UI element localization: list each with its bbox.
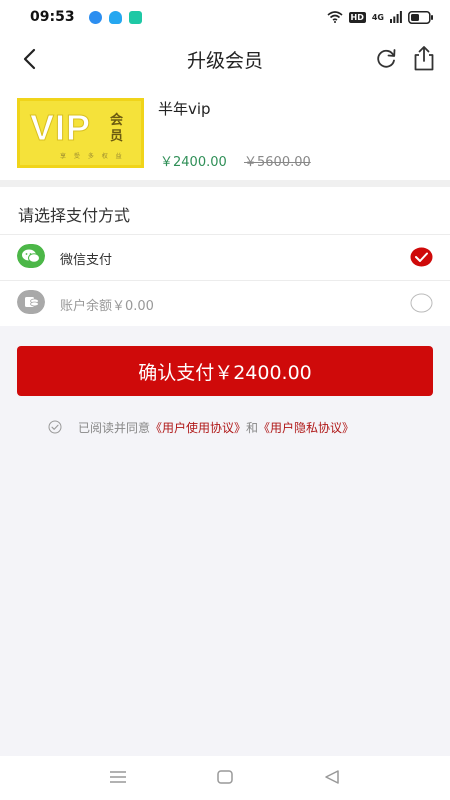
qq-icon <box>108 10 122 24</box>
vip-badge-word: 会员 <box>110 113 124 144</box>
payment-section: 请选择支付方式 微信支付 账户余额￥0.00 <box>0 187 450 326</box>
payment-option-balance[interactable]: 账户余额￥0.00 <box>0 281 450 326</box>
product-card: VIP 会员 享 受 多 权 益 半年vip ￥2400.00 ￥5600.00 <box>0 84 450 180</box>
confirm-payment-button[interactable]: 确认支付￥2400.00 <box>17 346 433 396</box>
selected-check-icon[interactable] <box>410 247 433 267</box>
status-bar: 09:53 HD 4G <box>0 0 450 34</box>
back-nav-icon[interactable] <box>323 768 341 786</box>
user-agreement-link[interactable]: 《用户使用协议》 <box>150 421 246 435</box>
confirm-payment-label: 确认支付￥2400.00 <box>138 361 312 384</box>
payment-option-label: 账户余额￥0.00 <box>60 299 154 314</box>
agreement-row: 已阅读并同意《用户使用协议》和《用户隐私协议》 <box>0 418 450 436</box>
refresh-button[interactable] <box>374 46 398 70</box>
network-type: 4G <box>371 12 384 22</box>
unselected-radio-icon[interactable] <box>410 293 433 313</box>
payment-option-wechat[interactable]: 微信支付 <box>0 235 450 280</box>
section-divider <box>0 180 450 187</box>
agreement-text: 已阅读并同意《用户使用协议》和《用户隐私协议》 <box>78 419 354 436</box>
payment-option-label: 微信支付 <box>60 253 113 268</box>
wallet-icon <box>17 290 45 314</box>
wifi-icon <box>326 11 343 23</box>
app-header: 升级会员 <box>0 34 450 84</box>
message-icon <box>128 10 142 24</box>
signal-icon <box>390 11 402 23</box>
privacy-agreement-link[interactable]: 《用户隐私协议》 <box>258 421 354 435</box>
wechat-icon <box>17 244 45 268</box>
product-original-price: ￥5600.00 <box>244 155 311 170</box>
agreement-prefix: 已阅读并同意 <box>78 421 151 435</box>
agreement-conjunction: 和 <box>246 421 259 435</box>
payment-section-title: 请选择支付方式 <box>18 206 131 225</box>
product-price: ￥2400.00 <box>160 155 227 170</box>
menu-icon[interactable] <box>109 768 127 786</box>
home-icon[interactable] <box>216 768 234 786</box>
vip-badge-image: VIP 会员 享 受 多 权 益 <box>17 98 144 168</box>
agreement-checkbox[interactable] <box>48 420 62 434</box>
status-indicators: HD 4G <box>326 10 434 24</box>
notification-app-icon <box>88 10 102 24</box>
product-name: 半年vip <box>158 100 211 118</box>
status-time: 09:53 <box>30 9 75 25</box>
share-button[interactable] <box>412 45 436 71</box>
vip-badge-subtext: 享 受 多 权 益 <box>60 153 125 160</box>
vip-badge-text: VIP <box>29 107 92 149</box>
system-nav-bar <box>0 756 450 800</box>
status-notifications <box>88 10 142 24</box>
battery-icon <box>408 10 433 24</box>
hd-badge: HD <box>348 11 366 23</box>
